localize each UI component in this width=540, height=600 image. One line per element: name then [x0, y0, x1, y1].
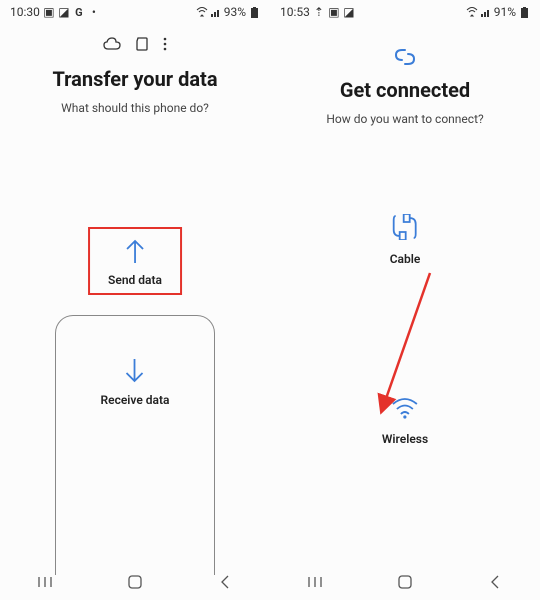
link-icon: [286, 48, 524, 70]
cloud-icon[interactable]: [103, 36, 121, 55]
image-icon: ▣: [43, 6, 55, 18]
header: Get connected How do you want to connect…: [270, 24, 540, 138]
status-time: 10:53: [280, 5, 310, 19]
dot-icon: •: [88, 6, 100, 18]
wifi-icon: [466, 6, 478, 18]
status-battery: 91%: [494, 5, 516, 19]
app-icon: ◪: [58, 6, 70, 18]
wireless-button[interactable]: Wireless: [382, 398, 428, 446]
nav-home-icon[interactable]: [125, 572, 145, 592]
receive-label: Receive data: [101, 393, 170, 407]
battery-icon: [248, 6, 260, 18]
wifi-icon: [391, 398, 419, 424]
phone-frame: [55, 315, 215, 575]
cable-icon: [390, 214, 420, 244]
page-title: Get connected: [286, 78, 524, 102]
send-label: Send data: [108, 273, 162, 287]
wireless-label: Wireless: [382, 432, 428, 446]
battery-icon: [518, 6, 530, 18]
status-bar: 10:53 ⇡ ▣ ◪ 91%: [270, 0, 540, 24]
nav-recent-icon[interactable]: [305, 572, 325, 592]
sd-card-icon[interactable]: [135, 36, 149, 55]
page-title: Transfer your data: [16, 67, 254, 91]
status-battery: 93%: [224, 5, 246, 19]
app-icon: ◪: [343, 6, 355, 18]
toolbar: [0, 24, 270, 63]
arrow-up-icon: [122, 237, 148, 265]
arrow-down-icon: [122, 357, 148, 385]
nav-bar: [270, 564, 540, 600]
cable-label: Cable: [390, 252, 421, 266]
image-icon: ▣: [328, 6, 340, 18]
wifi-icon: [196, 6, 208, 18]
receive-data-button[interactable]: Receive data: [101, 357, 170, 407]
google-icon: G: [73, 6, 85, 18]
header: Transfer your data What should this phon…: [0, 63, 270, 127]
nav-recent-icon[interactable]: [35, 572, 55, 592]
left-screen: 10:30 ▣ ◪ G • 93%: [0, 0, 270, 600]
more-icon[interactable]: [163, 36, 167, 55]
nav-back-icon[interactable]: [485, 572, 505, 592]
nav-home-icon[interactable]: [395, 572, 415, 592]
page-subtitle: How do you want to connect?: [286, 112, 524, 126]
nav-back-icon[interactable]: [215, 572, 235, 592]
upload-icon: ⇡: [313, 6, 325, 18]
status-bar: 10:30 ▣ ◪ G • 93%: [0, 0, 270, 24]
signal-icon: [210, 6, 222, 18]
page-subtitle: What should this phone do?: [16, 101, 254, 115]
cable-button[interactable]: Cable: [390, 214, 421, 266]
nav-bar: [0, 564, 270, 600]
send-data-button[interactable]: Send data: [88, 227, 182, 295]
right-screen: 10:53 ⇡ ▣ ◪ 91% Get connected How do you…: [270, 0, 540, 600]
signal-icon: [480, 6, 492, 18]
status-time: 10:30: [10, 5, 40, 19]
